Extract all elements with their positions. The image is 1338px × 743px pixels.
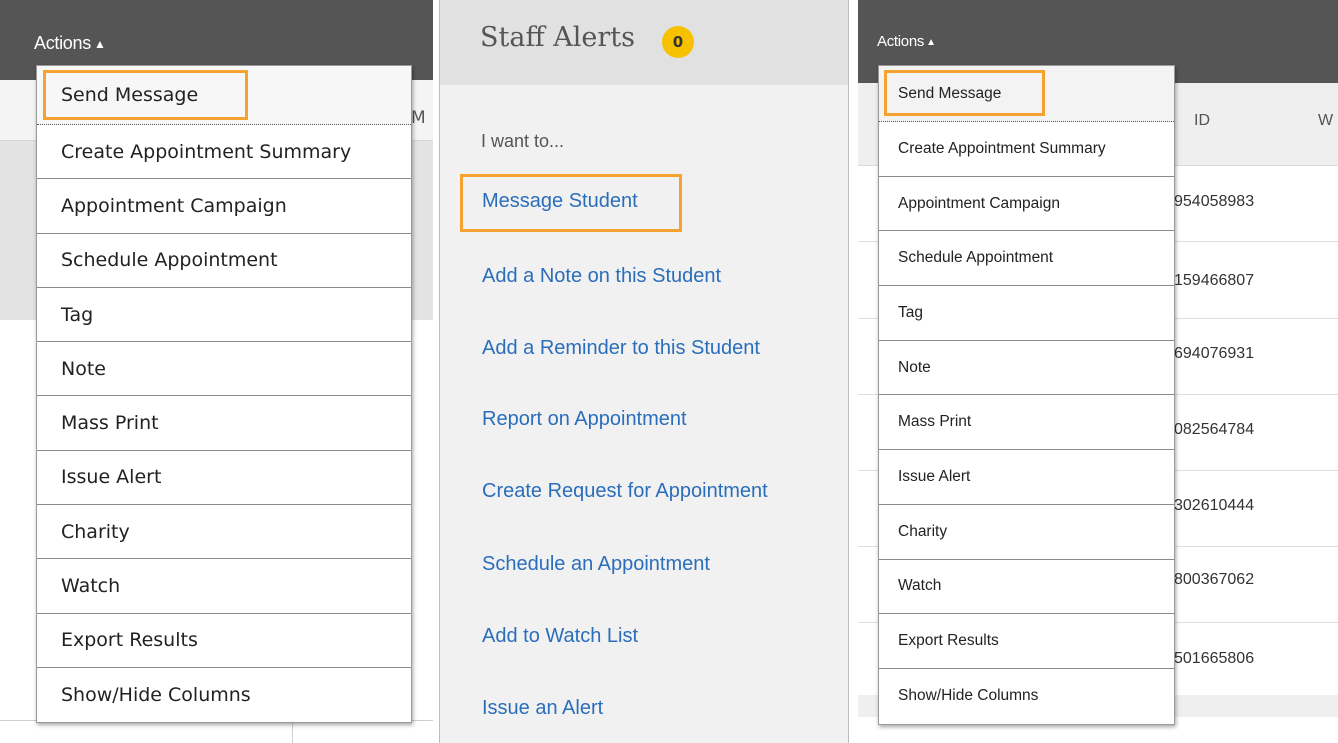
link-add-note[interactable]: Add a Note on this Student — [482, 265, 721, 288]
menu-item-show-hide-columns[interactable]: Show/Hide Columns — [37, 668, 411, 722]
link-message-student[interactable]: Message Student — [482, 190, 638, 213]
menu-item-schedule-appointment[interactable]: Schedule Appointment — [879, 231, 1174, 287]
actions-label: Actions — [877, 33, 925, 50]
menu-item-label: Note — [898, 358, 931, 376]
actions-button[interactable]: Actions ▲ — [34, 33, 106, 54]
menu-item-label: Appointment Campaign — [898, 194, 1060, 212]
menu-item-export-results[interactable]: Export Results — [879, 614, 1174, 669]
menu-item-label: Issue Alert — [61, 466, 162, 489]
menu-item-issue-alert[interactable]: Issue Alert — [879, 450, 1174, 505]
table-cell-id: 302610444 — [1174, 497, 1255, 514]
menu-item-label: Mass Print — [898, 413, 972, 431]
highlight-box — [884, 70, 1045, 116]
caret-up-icon: ▲ — [926, 37, 936, 48]
menu-item-issue-alert[interactable]: Issue Alert — [37, 451, 411, 506]
left-screenshot-panel: Actions ▲ M Send Message Create Appointme… — [0, 0, 433, 743]
menu-item-label: Create Appointment Summary — [61, 140, 352, 163]
table-cell-id: 694076931 — [1174, 345, 1255, 362]
column-header-partial: M — [411, 108, 426, 128]
menu-item-appointment-campaign[interactable]: Appointment Campaign — [879, 177, 1174, 232]
menu-item-send-message[interactable]: Send Message — [879, 66, 1174, 122]
menu-item-label: Show/Hide Columns — [61, 684, 251, 707]
alert-count-badge[interactable]: 0 — [662, 26, 694, 58]
panel-border — [439, 0, 440, 743]
table-cell-id: 501665806 — [1174, 650, 1255, 667]
menu-item-label: Create Appointment Summary — [898, 139, 1106, 157]
panel-divider — [849, 0, 858, 743]
menu-item-label: Charity — [61, 520, 130, 543]
menu-item-charity[interactable]: Charity — [879, 505, 1174, 560]
menu-item-watch[interactable]: Watch — [879, 560, 1174, 615]
table-cell-id: 082564784 — [1174, 421, 1255, 438]
actions-dropdown-menu: Send Message Create Appointment Summary … — [878, 65, 1175, 725]
actions-button[interactable]: Actions ▲ — [877, 33, 936, 50]
menu-item-label: Tag — [61, 303, 94, 326]
table-cell-id: 954058983 — [1174, 193, 1255, 210]
menu-item-watch[interactable]: Watch — [37, 559, 411, 614]
highlight-box — [43, 70, 248, 120]
menu-item-label: Schedule Appointment — [61, 249, 278, 272]
staff-alerts-title: Staff Alerts — [480, 22, 635, 53]
menu-item-show-hide-columns[interactable]: Show/Hide Columns — [879, 669, 1174, 724]
menu-item-label: Issue Alert — [898, 467, 971, 485]
menu-item-appointment-campaign[interactable]: Appointment Campaign — [37, 179, 411, 234]
menu-item-tag[interactable]: Tag — [37, 288, 411, 343]
menu-item-label: Export Results — [898, 632, 999, 650]
i-want-to-label: I want to... — [481, 131, 565, 151]
menu-item-mass-print[interactable]: Mass Print — [37, 396, 411, 451]
link-issue-an-alert[interactable]: Issue an Alert — [482, 697, 603, 720]
actions-dropdown-menu: Send Message Create Appointment Summary … — [36, 65, 412, 724]
menu-item-label: Charity — [898, 522, 948, 540]
menu-item-send-message[interactable]: Send Message — [37, 66, 411, 125]
right-screenshot-panel: Actions ▲ ID W 954058983 159466807 694076… — [858, 0, 1338, 743]
menu-item-create-appointment-summary[interactable]: Create Appointment Summary — [37, 125, 411, 180]
menu-item-label: Show/Hide Columns — [898, 687, 1039, 705]
menu-item-label: Note — [61, 357, 106, 380]
menu-item-label: Mass Print — [61, 412, 159, 435]
menu-item-label: Schedule Appointment — [898, 249, 1054, 267]
menu-item-charity[interactable]: Charity — [37, 505, 411, 560]
menu-item-schedule-appointment[interactable]: Schedule Appointment — [37, 234, 411, 288]
actions-label: Actions — [34, 33, 91, 53]
menu-item-label: Export Results — [61, 629, 198, 652]
caret-up-icon: ▲ — [93, 37, 106, 51]
link-add-to-watch-list[interactable]: Add to Watch List — [482, 625, 638, 648]
table-cell-id: 800367062 — [1174, 571, 1255, 588]
menu-item-tag[interactable]: Tag — [879, 286, 1174, 341]
menu-item-label: Watch — [61, 575, 121, 598]
menu-item-note[interactable]: Note — [37, 342, 411, 397]
column-header-id[interactable]: ID — [1194, 112, 1210, 130]
menu-item-create-appointment-summary[interactable]: Create Appointment Summary — [879, 122, 1174, 177]
menu-item-mass-print[interactable]: Mass Print — [879, 395, 1174, 451]
menu-item-label: Appointment Campaign — [61, 194, 287, 217]
middle-screenshot-panel: Staff Alerts 0 I want to... Message Stud… — [439, 0, 849, 743]
menu-item-label: Tag — [898, 303, 923, 321]
link-add-reminder[interactable]: Add a Reminder to this Student — [482, 337, 760, 360]
link-create-request-for-appointment[interactable]: Create Request for Appointment — [482, 480, 768, 503]
menu-item-label: Watch — [898, 577, 942, 595]
table-cell-id: 159466807 — [1174, 272, 1255, 289]
link-report-on-appointment[interactable]: Report on Appointment — [482, 408, 687, 431]
column-header-partial[interactable]: W — [1318, 112, 1333, 130]
menu-item-export-results[interactable]: Export Results — [37, 614, 411, 668]
menu-item-note[interactable]: Note — [879, 341, 1174, 396]
link-schedule-an-appointment[interactable]: Schedule an Appointment — [482, 553, 710, 576]
